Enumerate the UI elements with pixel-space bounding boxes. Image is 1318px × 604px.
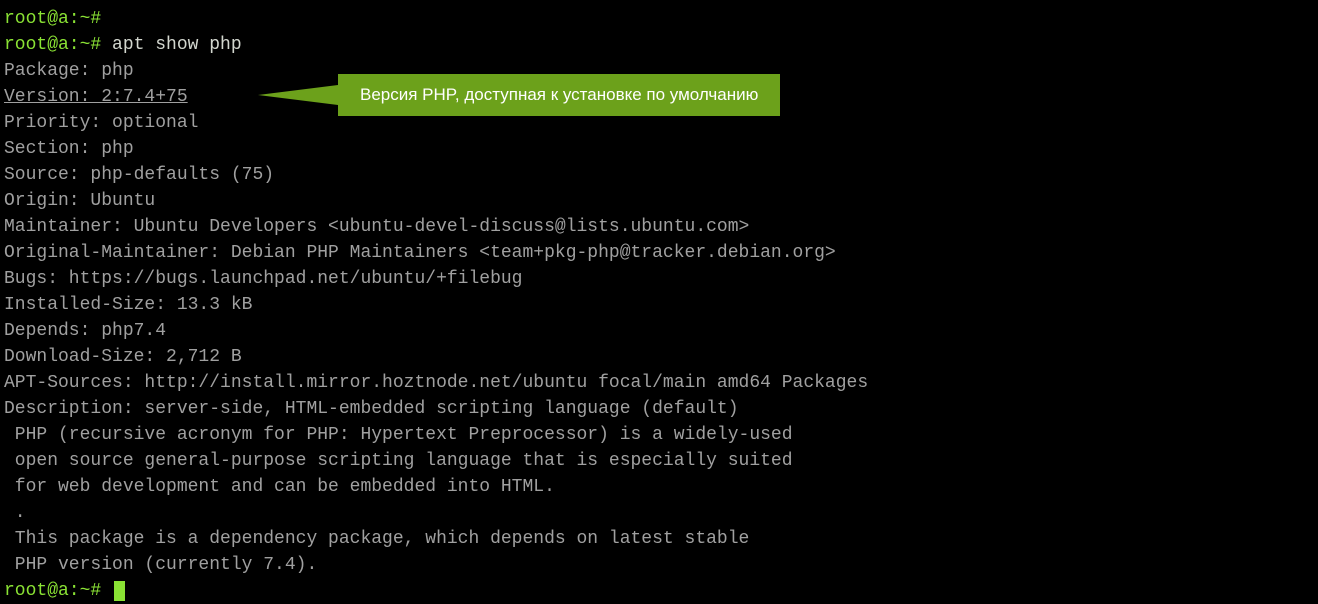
shell-prompt: root@a:~#: [4, 35, 101, 55]
output-apt-sources: APT-Sources: http://install.mirror.hoztn…: [4, 370, 1314, 396]
output-description-body: .: [4, 500, 1314, 526]
output-version: Version: 2:7.4+75: [4, 84, 1314, 110]
output-package: Package: php: [4, 58, 1314, 84]
output-download-size: Download-Size: 2,712 B: [4, 344, 1314, 370]
output-description-body: for web development and can be embedded …: [4, 474, 1314, 500]
output-description-body: PHP version (currently 7.4).: [4, 552, 1314, 578]
shell-prompt: root@a:~#: [4, 9, 101, 29]
shell-prompt: root@a:~#: [4, 581, 112, 601]
output-description: Description: server-side, HTML-embedded …: [4, 396, 1314, 422]
output-section: Section: php: [4, 136, 1314, 162]
cursor-block[interactable]: [114, 581, 125, 601]
output-description-body: open source general-purpose scripting la…: [4, 448, 1314, 474]
terminal-line: root@a:~#: [4, 578, 1314, 604]
output-depends: Depends: php7.4: [4, 318, 1314, 344]
output-bugs: Bugs: https://bugs.launchpad.net/ubuntu/…: [4, 266, 1314, 292]
output-original-maintainer: Original-Maintainer: Debian PHP Maintain…: [4, 240, 1314, 266]
output-priority: Priority: optional: [4, 110, 1314, 136]
output-description-body: PHP (recursive acronym for PHP: Hypertex…: [4, 422, 1314, 448]
terminal-line: root@a:~# apt show php: [4, 32, 1314, 58]
output-installed-size: Installed-Size: 13.3 kB: [4, 292, 1314, 318]
terminal-line: root@a:~#: [4, 6, 1314, 32]
output-description-body: This package is a dependency package, wh…: [4, 526, 1314, 552]
command-text: apt show php: [101, 35, 241, 55]
output-maintainer: Maintainer: Ubuntu Developers <ubuntu-de…: [4, 214, 1314, 240]
output-origin: Origin: Ubuntu: [4, 188, 1314, 214]
output-source: Source: php-defaults (75): [4, 162, 1314, 188]
